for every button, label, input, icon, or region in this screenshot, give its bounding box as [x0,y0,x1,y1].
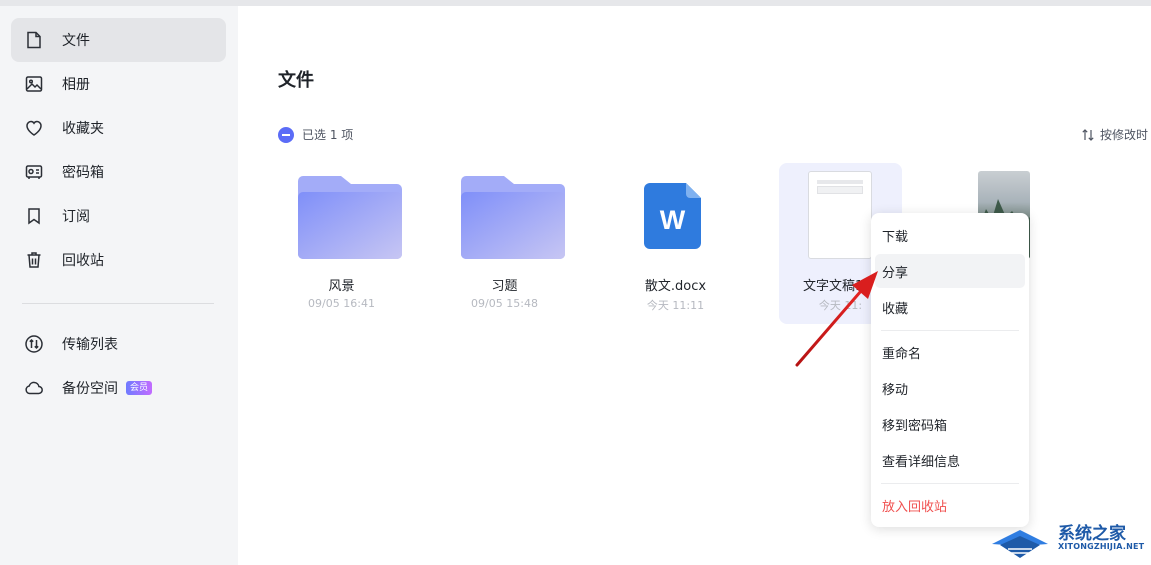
menu-item-favorite[interactable]: 收藏 [875,290,1025,324]
file-item-folder[interactable]: 习题 09/05 15:48 [443,163,566,324]
sidebar-item-label: 密码箱 [62,165,104,181]
deselect-button[interactable] [278,126,294,143]
sidebar-item-safe-box[interactable]: 密码箱 [11,150,226,194]
page-title: 文件 [278,70,314,91]
sidebar-item-transfer-list[interactable]: 传输列表 [11,322,226,366]
sidebar-divider [22,303,214,304]
sidebar-item-album[interactable]: 相册 [11,62,226,106]
menu-item-download[interactable]: 下载 [875,218,1025,252]
transfer-icon [23,333,45,355]
sidebar-item-label: 收藏夹 [62,121,104,137]
safe-box-icon [23,161,45,183]
menu-item-move[interactable]: 移动 [875,371,1025,405]
trash-icon [23,249,45,271]
folder-icon [461,176,565,259]
photo-album-icon [23,73,45,95]
menu-item-details[interactable]: 查看详细信息 [875,443,1025,477]
context-menu: 下载 分享 收藏 重命名 移动 移到密码箱 查看详细信息 放入回收站 [871,213,1029,527]
sidebar-item-backup-space[interactable]: 备份空间 会员 [11,366,226,410]
sort-button[interactable]: 按修改时 [1081,126,1148,143]
file-icon [23,29,45,51]
sidebar-item-subscriptions[interactable]: 订阅 [11,194,226,238]
watermark-subtext: XITONGZHIJIA.NET [1058,542,1145,551]
vip-badge: 会员 [126,381,153,395]
menu-item-share[interactable]: 分享 [875,254,1025,288]
folder-icon [298,176,402,259]
sidebar-item-label: 传输列表 [62,337,118,353]
file-name: 风景 [328,279,355,294]
selection-count: 已选 1 项 [302,128,354,142]
doc-thumbnail [808,171,872,259]
word-doc-icon: W [644,183,701,249]
sort-icon [1082,128,1094,141]
menu-item-move-to-safe[interactable]: 移到密码箱 [875,407,1025,441]
sidebar-item-label: 相册 [62,77,90,93]
file-date: 今天 11:11 [646,299,705,312]
menu-divider [881,483,1019,484]
sidebar-item-label: 回收站 [62,253,104,269]
sidebar-item-favorites[interactable]: 收藏夹 [11,106,226,150]
sidebar-item-files[interactable]: 文件 [11,18,226,62]
file-name: 散文.docx [644,279,707,294]
sort-label: 按修改时 [1100,128,1149,142]
word-icon-letter: W [660,205,686,235]
sidebar: 文件 相册 收藏夹 密码箱 订阅 回收站 传输列表 备份空间 会员 [0,6,238,565]
sidebar-item-recycle-bin[interactable]: 回收站 [11,238,226,282]
sidebar-item-label: 订阅 [62,209,90,225]
sidebar-item-label: 文件 [62,33,90,49]
file-item-folder[interactable]: 风景 09/05 16:41 [280,163,403,324]
file-date: 09/05 16:41 [308,297,375,310]
file-date: 09/05 15:48 [471,297,538,310]
sidebar-item-label: 备份空间 [62,381,118,397]
file-name: 习题 [491,279,518,294]
menu-divider [881,330,1019,331]
heart-icon [23,117,45,139]
file-item-word-doc[interactable]: W 散文.docx 今天 11:11 [614,163,737,324]
selection-status: 已选 1 项 [278,126,353,143]
menu-item-rename[interactable]: 重命名 [875,335,1025,369]
watermark-text: 系统之家 [1058,524,1126,544]
cloud-icon [23,377,45,399]
bookmark-icon [23,205,45,227]
